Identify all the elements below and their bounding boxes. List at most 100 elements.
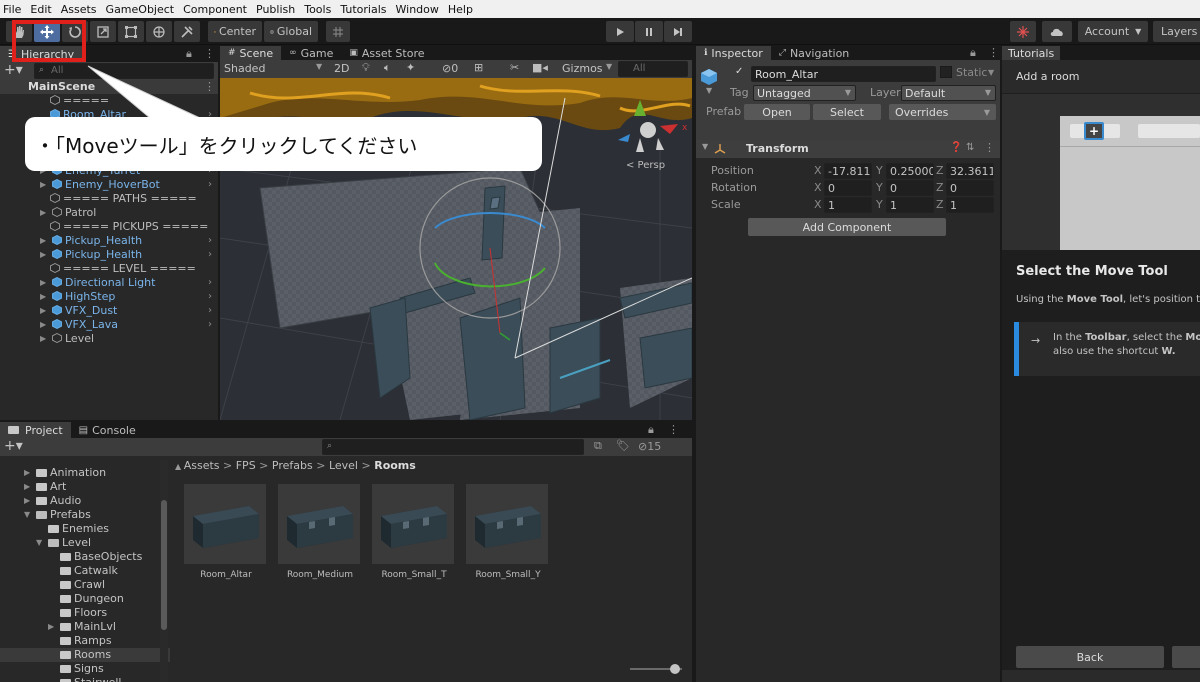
tag-dropdown[interactable]: Untagged ▼ <box>753 85 856 101</box>
folder-expand-arrow-icon[interactable]: ▶ <box>24 466 32 480</box>
inspector-menu-icon[interactable]: ⋮ <box>988 46 999 59</box>
open-prefab-chevron-icon[interactable]: › <box>208 304 212 318</box>
folder-tree-item[interactable]: Signs <box>0 662 170 676</box>
folder-expand-arrow-icon[interactable]: ▶ <box>48 620 56 634</box>
axis-x-label[interactable]: X <box>814 164 822 177</box>
hierarchy-item[interactable]: ===== LEVEL ===== <box>0 262 218 276</box>
project-search-input[interactable]: ⌕ <box>322 439 584 455</box>
static-chevron-icon[interactable]: ▼ <box>988 68 994 77</box>
breadcrumb-item[interactable]: Rooms <box>374 459 416 472</box>
hierarchy-item[interactable]: ▶ Directional Light › <box>0 276 218 290</box>
folder-tree-item[interactable]: Enemies <box>0 522 170 536</box>
tab-inspector[interactable]: ℹ Inspector <box>696 46 771 60</box>
breadcrumb-item[interactable]: Level <box>329 459 358 472</box>
play-button[interactable] <box>606 21 634 42</box>
zoom-slider-thumb[interactable] <box>670 664 680 674</box>
project-menu-icon[interactable]: ⋮ <box>668 423 679 436</box>
pause-button[interactable] <box>635 21 663 42</box>
rotation-y-field[interactable]: 0 <box>886 180 934 196</box>
prefab-select-button[interactable]: Select <box>813 104 881 120</box>
folder-tree-item[interactable]: Ramps <box>0 634 170 648</box>
folder-tree-item[interactable]: ▶ Audio <box>0 494 170 508</box>
gizmos-dropdown[interactable]: Gizmos <box>562 62 603 75</box>
scale-y-field[interactable]: 1 <box>886 197 934 213</box>
scene-search-input[interactable]: All <box>618 61 688 77</box>
layers-dropdown[interactable]: Layers <box>1153 21 1200 42</box>
expand-arrow-icon[interactable]: ▶ <box>40 318 48 332</box>
folder-tree-item[interactable]: Floors <box>0 606 170 620</box>
axis-y-label[interactable]: Y <box>876 181 883 194</box>
asset-item[interactable]: Room_Small_Y <box>466 484 550 580</box>
label-icon[interactable]: 🏷︎ <box>616 439 630 452</box>
next-button[interactable] <box>1172 646 1200 668</box>
folder-tree-item[interactable]: ▶ MainLvl <box>0 620 170 634</box>
hierarchy-item[interactable]: ▶ Pickup_Health › <box>0 248 218 262</box>
expand-arrow-icon[interactable]: ▶ <box>40 332 48 346</box>
expand-arrow-icon[interactable]: ▶ <box>40 290 48 304</box>
asset-item[interactable]: Room_Altar <box>184 484 268 580</box>
inspector-lock-icon[interactable]: 🔒︎ <box>970 46 976 60</box>
expand-arrow-icon[interactable]: ▶ <box>40 178 48 192</box>
axis-z-label[interactable]: Z <box>936 181 944 194</box>
help-icon[interactable]: ❓ <box>950 142 962 153</box>
object-name-field[interactable]: Room_Altar <box>751 66 936 82</box>
axis-y-label[interactable]: Y <box>876 198 883 211</box>
tab-tutorials[interactable]: Tutorials <box>1002 46 1061 60</box>
prefab-overrides-dropdown[interactable]: Overrides ▼ <box>889 104 996 120</box>
hierarchy-item[interactable]: ▶ VFX_Lava › <box>0 318 218 332</box>
folder-tree-item[interactable]: ▼ Level <box>0 536 170 550</box>
rotation-x-field[interactable]: 0 <box>824 180 872 196</box>
collab-button[interactable] <box>1010 21 1036 42</box>
expand-arrow-icon[interactable]: ▶ <box>40 206 48 220</box>
transform-header[interactable]: ▼ Transform ❓ ⇅ ⋮ <box>696 140 1000 158</box>
tree-scrollbar-thumb[interactable] <box>161 500 167 630</box>
expand-arrow-icon[interactable]: ▶ <box>40 304 48 318</box>
project-lock-icon[interactable]: 🔒︎ <box>648 423 654 437</box>
cloud-button[interactable] <box>1042 21 1072 42</box>
open-prefab-chevron-icon[interactable]: › <box>208 234 212 248</box>
tree-scrollbar[interactable] <box>160 460 168 682</box>
hierarchy-item[interactable]: ▶ Enemy_HoverBot › <box>0 178 218 192</box>
folder-tree-item[interactable]: Rooms <box>0 648 170 662</box>
folder-expand-arrow-icon[interactable]: ▼ <box>36 536 44 550</box>
scale-z-field[interactable]: 1 <box>946 197 994 213</box>
position-y-field[interactable]: 0.25000 <box>886 163 934 179</box>
step-button[interactable] <box>664 21 692 42</box>
project-add-icon[interactable]: +▾ <box>4 438 23 454</box>
rotation-z-field[interactable]: 0 <box>946 180 994 196</box>
breadcrumb-item[interactable]: Prefabs <box>272 459 313 472</box>
breadcrumb-up-icon[interactable]: ▲ <box>175 462 184 471</box>
icon-chevron-icon[interactable]: ▼ <box>706 86 712 95</box>
folder-tree-item[interactable]: ▼ Prefabs <box>0 508 170 522</box>
asset-item[interactable]: Room_Medium <box>278 484 362 580</box>
hierarchy-item[interactable]: ===== PATHS ===== <box>0 192 218 206</box>
hidden-packages-icon[interactable]: ⊘15 <box>638 440 661 453</box>
tab-project[interactable]: Project <box>0 422 71 438</box>
open-prefab-chevron-icon[interactable]: › <box>208 178 212 192</box>
preset-icon[interactable]: ⇅ <box>966 142 974 153</box>
position-z-field[interactable]: 32.3611 <box>946 163 994 179</box>
breadcrumb-item[interactable]: Assets <box>184 459 220 472</box>
tab-navigation[interactable]: ⤢ Navigation <box>771 46 858 60</box>
position-x-field[interactable]: -17.811 <box>824 163 872 179</box>
folder-tree-item[interactable]: ▶ Animation <box>0 466 170 480</box>
tab-console[interactable]: ▤ Console <box>71 422 144 438</box>
axis-z-label[interactable]: Z <box>936 164 944 177</box>
layer-dropdown[interactable]: Default ▼ <box>901 85 996 101</box>
open-prefab-chevron-icon[interactable]: › <box>208 276 212 290</box>
expand-arrow-icon[interactable]: ▶ <box>40 248 48 262</box>
scale-x-field[interactable]: 1 <box>824 197 872 213</box>
expand-arrow-icon[interactable]: ▶ <box>40 234 48 248</box>
folder-expand-arrow-icon[interactable]: ▶ <box>24 480 32 494</box>
asset-item[interactable]: Room_Small_T <box>372 484 456 580</box>
active-checkbox[interactable]: ✓ <box>735 66 743 77</box>
folder-tree-item[interactable]: BaseObjects <box>0 550 170 564</box>
add-component-button[interactable]: Add Component <box>748 218 946 236</box>
hierarchy-item[interactable]: ▶ HighStep › <box>0 290 218 304</box>
folder-tree-item[interactable]: Crawl <box>0 578 170 592</box>
folder-tree-item[interactable]: Catwalk <box>0 564 170 578</box>
filter-type-icon[interactable]: ⧉ <box>594 439 602 453</box>
hierarchy-item[interactable]: ▶ Pickup_Health › <box>0 234 218 248</box>
open-prefab-chevron-icon[interactable]: › <box>208 318 212 332</box>
hierarchy-item[interactable]: ▶ Patrol <box>0 206 218 220</box>
